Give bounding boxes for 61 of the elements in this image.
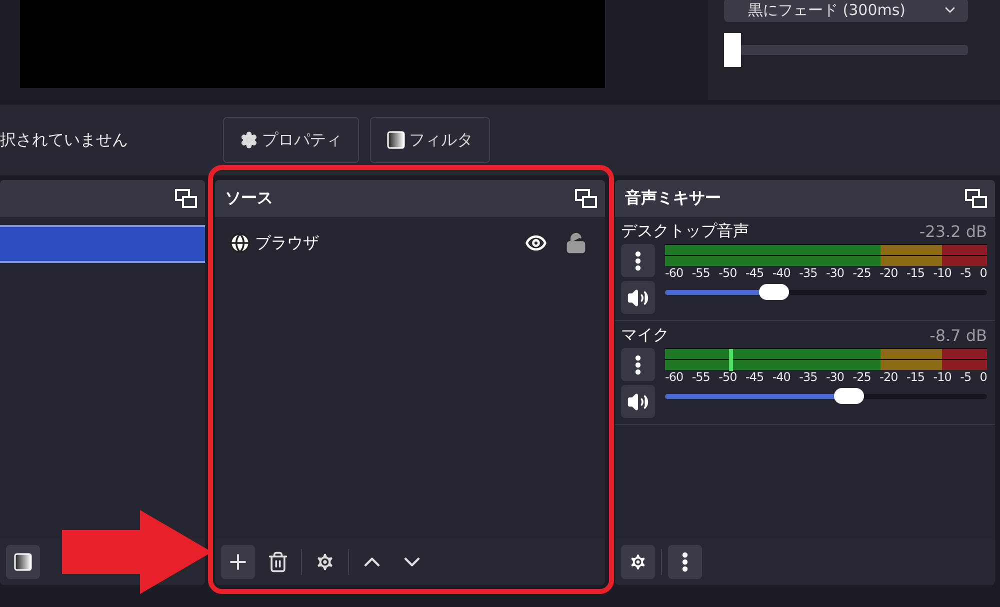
scale-label: -30 — [826, 370, 844, 384]
volume-button[interactable] — [621, 281, 655, 314]
dock-icon[interactable] — [175, 188, 197, 208]
dots-icon — [635, 354, 641, 374]
more-button[interactable] — [621, 348, 655, 381]
scale-label: -20 — [880, 266, 898, 280]
globe-icon — [229, 232, 251, 254]
more-button[interactable] — [668, 545, 702, 579]
filter-icon — [387, 131, 405, 149]
panel-title: ソース — [225, 188, 273, 209]
properties-button[interactable]: プロパティ — [223, 117, 359, 163]
scale-label: -15 — [906, 370, 925, 384]
padlock-icon[interactable] — [565, 232, 587, 254]
scale-label: -45 — [745, 370, 764, 384]
more-button[interactable] — [621, 244, 655, 277]
scale-label: -60 — [665, 370, 684, 384]
scale-label: -30 — [826, 266, 844, 280]
scale-label: -20 — [880, 370, 898, 384]
slider-thumb[interactable] — [834, 388, 864, 404]
scale-label: -25 — [852, 370, 871, 384]
trash-icon — [267, 551, 289, 573]
db-reading: -23.2 dB — [919, 222, 987, 241]
scale-label: -10 — [933, 266, 952, 280]
scale-label: -35 — [799, 266, 818, 280]
filters-button[interactable]: フィルタ — [370, 117, 490, 163]
scale-label: -45 — [745, 266, 764, 280]
panel-title: 音声ミキサー — [625, 188, 721, 209]
scale-label: -35 — [799, 370, 818, 384]
advanced-audio-button[interactable] — [621, 545, 655, 579]
gear-icon — [628, 552, 648, 572]
gear-icon — [240, 131, 258, 149]
volume-button[interactable] — [621, 385, 655, 418]
dots-icon — [682, 552, 688, 572]
scale-label: -40 — [772, 370, 790, 384]
scale-label: -50 — [718, 266, 737, 280]
scale-label: -25 — [852, 266, 871, 280]
scale-label: -40 — [772, 266, 790, 280]
scale-label: 0 — [980, 266, 987, 280]
source-item[interactable]: ブラウザ — [255, 232, 521, 254]
scale-label: 0 — [980, 370, 987, 384]
slider-thumb[interactable] — [759, 284, 790, 300]
scale-label: -10 — [933, 370, 952, 384]
scale-label: -60 — [665, 266, 684, 280]
dots-icon — [635, 250, 641, 270]
transition-dropdown[interactable]: 黒にフェード (300ms) — [724, 0, 968, 22]
slider-thumb[interactable] — [724, 33, 741, 67]
selection-status: 択されていません — [0, 130, 129, 150]
scale-label: -55 — [692, 266, 710, 280]
filter-icon — [14, 553, 32, 571]
scale-label: -50 — [718, 370, 737, 384]
db-reading: -8.7 dB — [930, 326, 987, 345]
channel-name: デスクトップ音声 — [621, 221, 749, 242]
dock-icon[interactable] — [965, 188, 987, 208]
scale-label: -15 — [906, 266, 925, 280]
add-button[interactable] — [221, 545, 255, 579]
scale-label: -5 — [960, 266, 972, 280]
scale-label: -55 — [692, 370, 710, 384]
channel-name: マイク — [621, 325, 669, 346]
scale-label: -5 — [960, 370, 972, 384]
dock-icon[interactable] — [575, 188, 597, 208]
filters-button[interactable] — [6, 545, 40, 579]
